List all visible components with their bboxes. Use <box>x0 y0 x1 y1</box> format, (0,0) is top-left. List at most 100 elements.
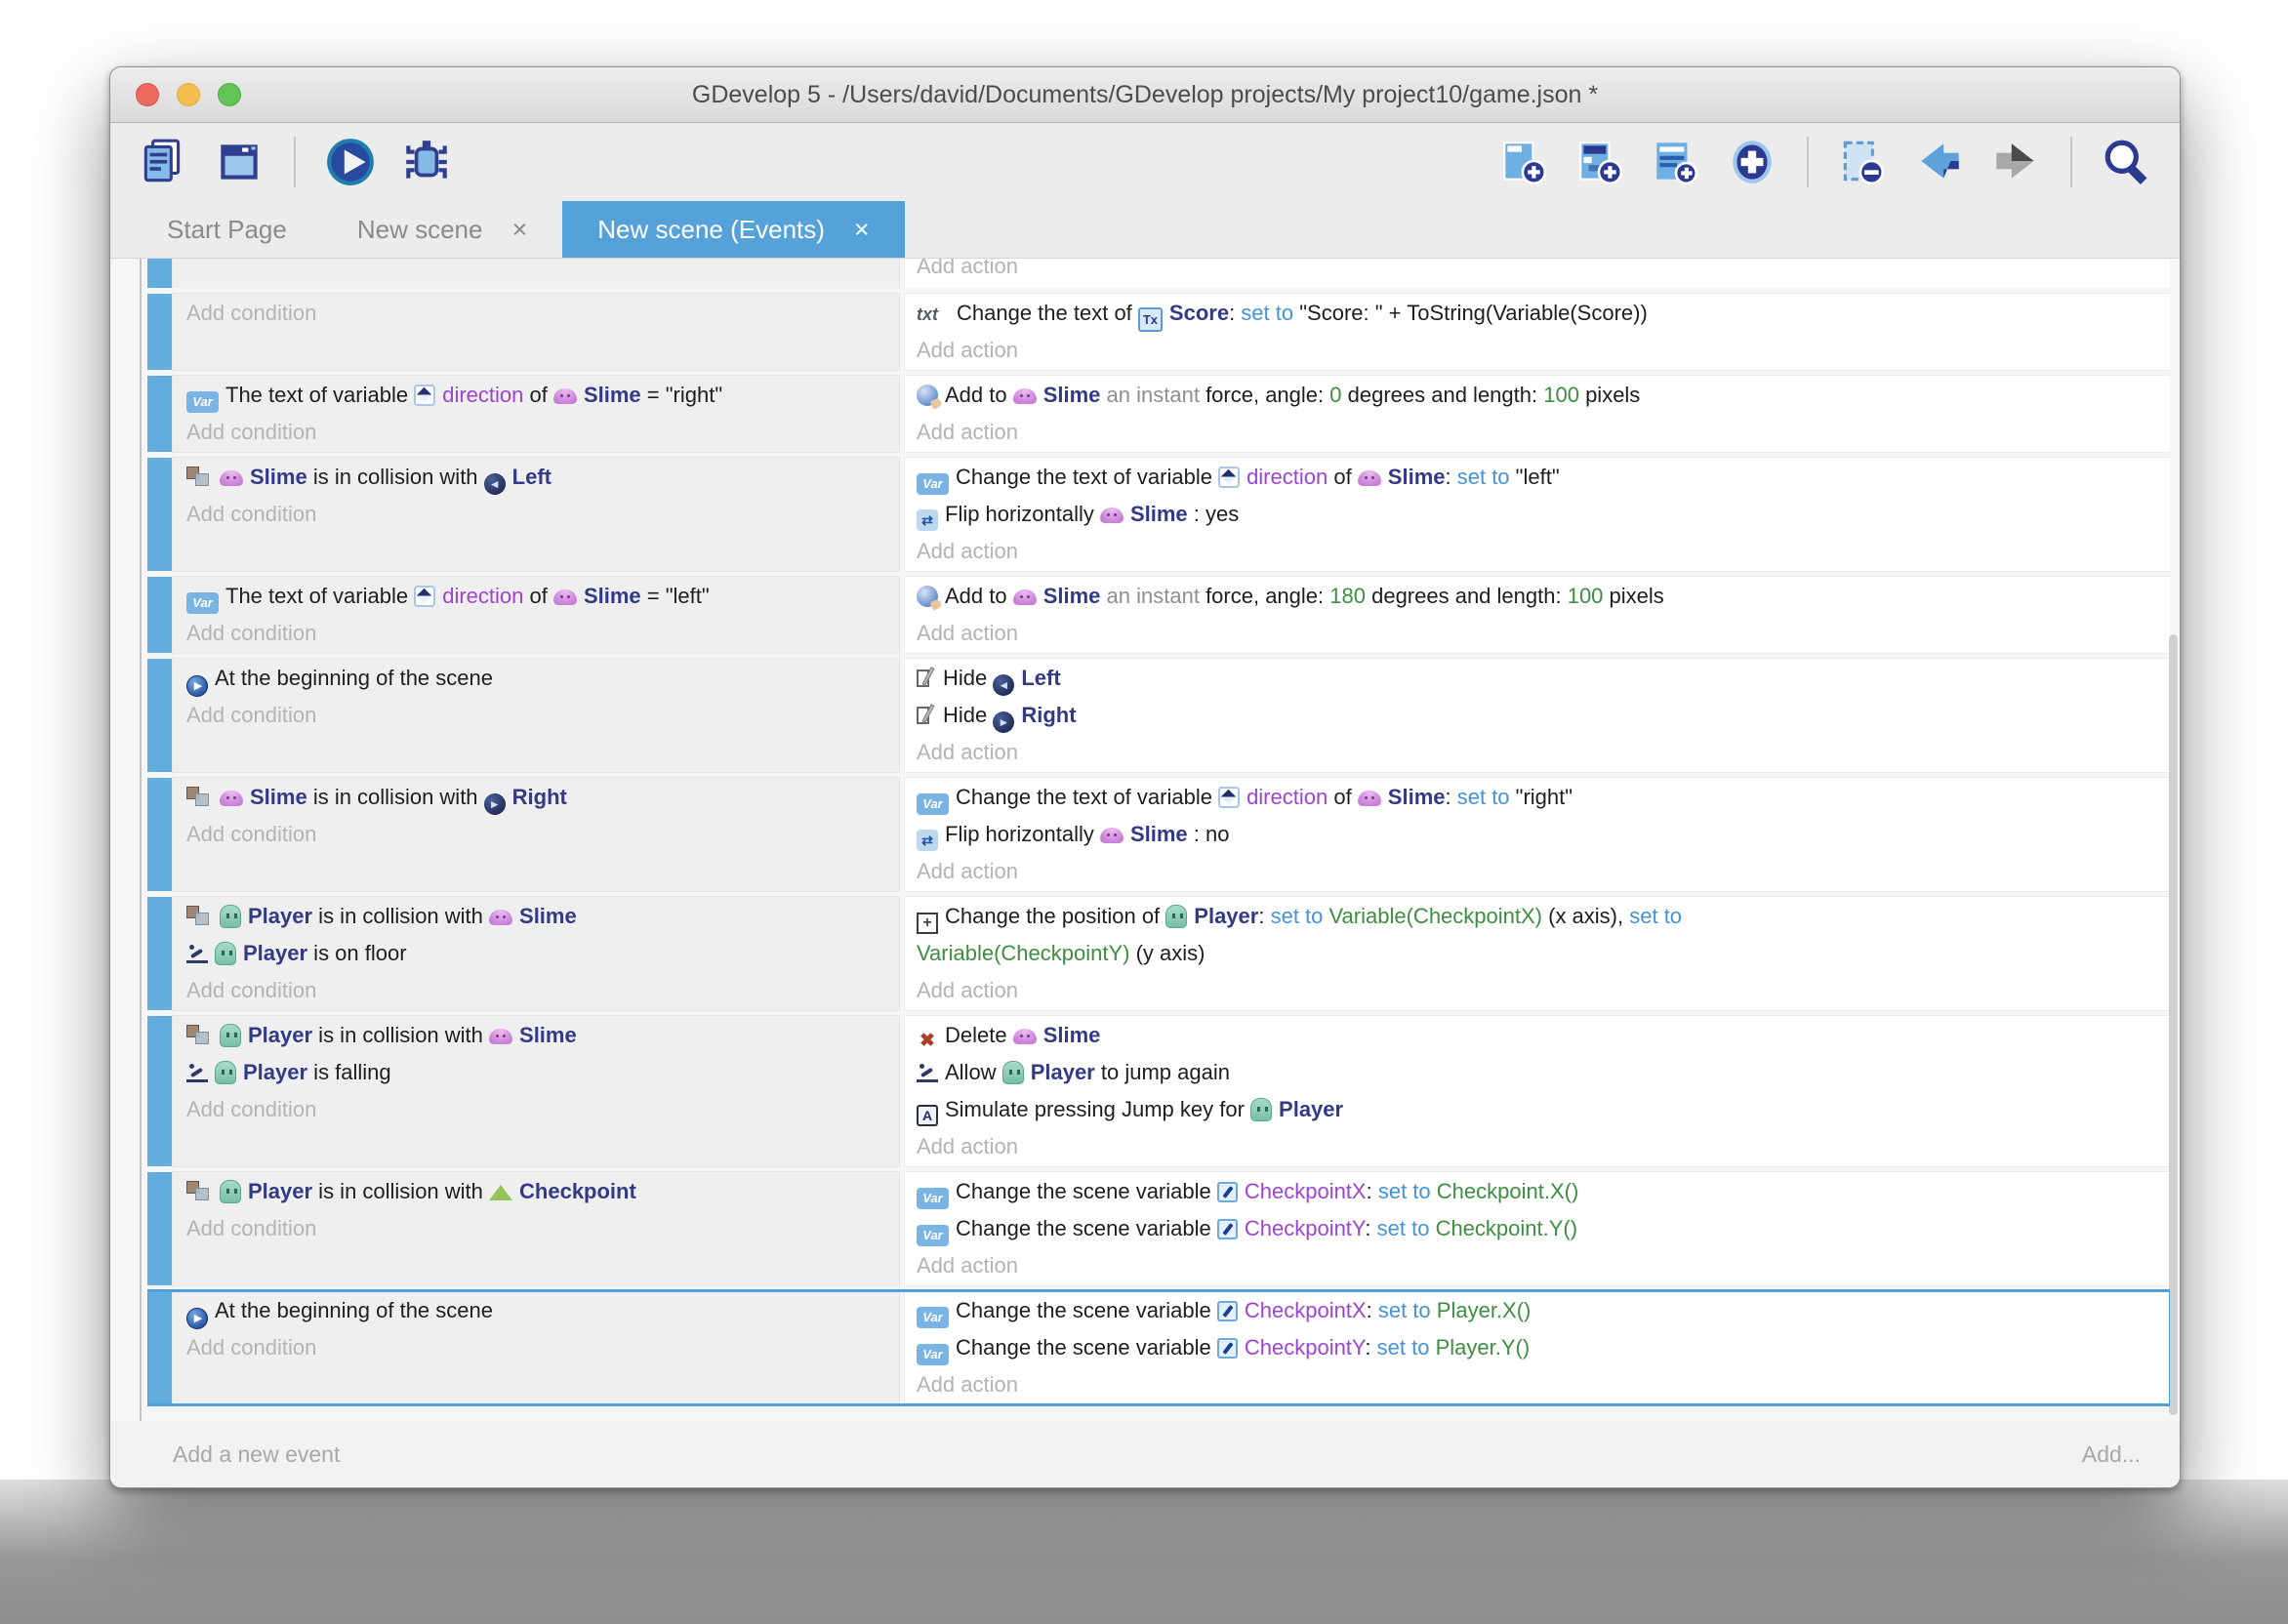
event-drag-handle[interactable] <box>147 458 173 571</box>
zoom-window-button[interactable] <box>218 83 241 106</box>
add-action-button[interactable]: Add action <box>917 853 2162 890</box>
condition[interactable]: Player is in collision with Slime <box>186 1017 893 1054</box>
undo-button[interactable] <box>1912 135 1967 189</box>
action[interactable]: Delete Slime <box>917 1017 2162 1054</box>
event-drag-handle[interactable] <box>147 577 173 653</box>
left-icon <box>993 674 1014 696</box>
add-action-button[interactable]: Add action <box>917 259 2162 285</box>
force-icon <box>917 385 938 406</box>
toolbar-divider <box>294 137 296 187</box>
action[interactable]: Change the text of variable direction of… <box>917 779 2162 816</box>
condition[interactable]: Slime is in collision with Left <box>186 459 893 496</box>
add-new-event-button[interactable]: Add a new event <box>173 1441 340 1468</box>
event-drag-handle[interactable] <box>147 376 173 452</box>
search-events-button[interactable] <box>2100 135 2154 189</box>
action[interactable]: Change the text of Score: set to "Score:… <box>917 295 2162 332</box>
add-condition-button[interactable]: Add condition <box>186 1329 893 1366</box>
action[interactable]: Flip horizontally Slime : yes <box>917 496 2162 533</box>
action[interactable]: Change the scene variable CheckpointY: s… <box>917 1210 2162 1247</box>
add-subevent-button[interactable] <box>1573 135 1627 189</box>
event-row[interactable]: At the beginning of the sceneAdd conditi… <box>147 1291 2170 1404</box>
add-condition-button[interactable]: Add condition <box>186 615 893 652</box>
add-action-button[interactable]: Add action <box>917 414 2162 451</box>
tab-new-scene[interactable]: New scene× <box>322 201 562 259</box>
action[interactable]: Change the text of variable direction of… <box>917 459 2162 496</box>
event-drag-handle[interactable] <box>147 1291 173 1404</box>
event-row[interactable]: Player is in collision with SlimePlayer … <box>147 1016 2170 1166</box>
redo-button[interactable] <box>1988 135 2043 189</box>
add-event-button[interactable] <box>1496 135 1551 189</box>
event-row[interactable]: At the beginning of the sceneAdd conditi… <box>147 659 2170 772</box>
condition[interactable]: At the beginning of the scene <box>186 1292 893 1329</box>
event-drag-handle[interactable] <box>147 259 173 288</box>
action[interactable]: Hide Left <box>917 660 2162 697</box>
tab-new-scene-events[interactable]: New scene (Events)× <box>562 201 904 259</box>
condition[interactable]: Slime is in collision with Right <box>186 779 893 816</box>
scene-editor-button[interactable] <box>212 135 266 189</box>
tab-start-page[interactable]: Start Page <box>132 201 322 259</box>
event-drag-handle[interactable] <box>147 1016 173 1166</box>
condition[interactable]: The text of variable direction of Slime … <box>186 578 893 615</box>
event-row[interactable]: Player is in collision with SlimePlayer … <box>147 897 2170 1010</box>
condition[interactable]: Player is in collision with Checkpoint <box>186 1173 893 1210</box>
add-condition-button[interactable]: Add condition <box>186 496 893 533</box>
debugger-button[interactable] <box>399 135 454 189</box>
minimize-window-button[interactable] <box>177 83 200 106</box>
add-action-button[interactable]: Add action <box>917 1247 2162 1284</box>
delete-event-icon <box>1837 136 1890 188</box>
preview-button[interactable] <box>323 135 378 189</box>
add-condition-button[interactable]: Add condition <box>186 1210 893 1247</box>
add-condition-button[interactable]: Add condition <box>186 816 893 853</box>
tab-close-icon[interactable]: × <box>511 217 527 243</box>
action[interactable]: Allow Player to jump again <box>917 1054 2162 1091</box>
action[interactable]: Change the scene variable CheckpointX: s… <box>917 1292 2162 1329</box>
event-drag-handle[interactable] <box>147 294 173 370</box>
add-condition-button[interactable]: Add condition <box>186 295 893 332</box>
condition[interactable]: At the beginning of the scene <box>186 660 893 697</box>
add-action-button[interactable]: Add action <box>917 972 2162 1009</box>
event-row[interactable]: Add action <box>147 259 2170 288</box>
add-action-button[interactable]: Add action <box>917 1128 2162 1165</box>
add-condition-button[interactable]: Add condition <box>186 1091 893 1128</box>
add-more-button[interactable]: Add... <box>2082 1441 2141 1468</box>
action[interactable]: Change the position of Player: set to Va… <box>917 898 2162 972</box>
action[interactable]: Change the scene variable CheckpointY: s… <box>917 1329 2162 1366</box>
condition[interactable]: Player is in collision with Slime <box>186 898 893 935</box>
condition[interactable]: The text of variable direction of Slime … <box>186 377 893 414</box>
delete-event-button[interactable] <box>1836 135 1891 189</box>
add-action-button[interactable]: Add action <box>917 1366 2162 1403</box>
project-manager-button[interactable] <box>136 135 190 189</box>
event-row[interactable]: The text of variable direction of Slime … <box>147 376 2170 452</box>
tab-close-icon[interactable]: × <box>854 217 870 243</box>
close-window-button[interactable] <box>136 83 159 106</box>
action[interactable]: Hide Right <box>917 697 2162 734</box>
event-sheet: Add action Add condition Change the text o… <box>110 258 2180 1487</box>
event-row[interactable]: Player is in collision with CheckpointAd… <box>147 1172 2170 1285</box>
condition[interactable]: Player is on floor <box>186 935 893 972</box>
add-comment-button[interactable] <box>1649 135 1703 189</box>
event-row[interactable]: Slime is in collision with RightAdd cond… <box>147 778 2170 891</box>
condition[interactable]: Player is falling <box>186 1054 893 1091</box>
event-drag-handle[interactable] <box>147 1172 173 1285</box>
add-other-event-button[interactable] <box>1725 135 1779 189</box>
action[interactable]: Change the scene variable CheckpointX: s… <box>917 1173 2162 1210</box>
scrollbar-thumb[interactable] <box>2169 634 2178 1415</box>
jump-icon <box>186 944 208 963</box>
event-drag-handle[interactable] <box>147 778 173 891</box>
event-row[interactable]: Slime is in collision with LeftAdd condi… <box>147 458 2170 571</box>
action[interactable]: Flip horizontally Slime : no <box>917 816 2162 853</box>
add-action-button[interactable]: Add action <box>917 533 2162 570</box>
event-drag-handle[interactable] <box>147 897 173 1010</box>
add-action-button[interactable]: Add action <box>917 615 2162 652</box>
action[interactable]: Add to Slime an instant force, angle: 18… <box>917 578 2162 615</box>
action[interactable]: Add to Slime an instant force, angle: 0 … <box>917 377 2162 414</box>
add-condition-button[interactable]: Add condition <box>186 697 893 734</box>
event-drag-handle[interactable] <box>147 659 173 772</box>
event-row[interactable]: The text of variable direction of Slime … <box>147 577 2170 653</box>
add-action-button[interactable]: Add action <box>917 332 2162 369</box>
add-condition-button[interactable]: Add condition <box>186 972 893 1009</box>
event-row[interactable]: Add condition Change the text of Score: s… <box>147 294 2170 370</box>
add-condition-button[interactable]: Add condition <box>186 414 893 451</box>
action[interactable]: Simulate pressing Jump key for Player <box>917 1091 2162 1128</box>
add-action-button[interactable]: Add action <box>917 734 2162 771</box>
